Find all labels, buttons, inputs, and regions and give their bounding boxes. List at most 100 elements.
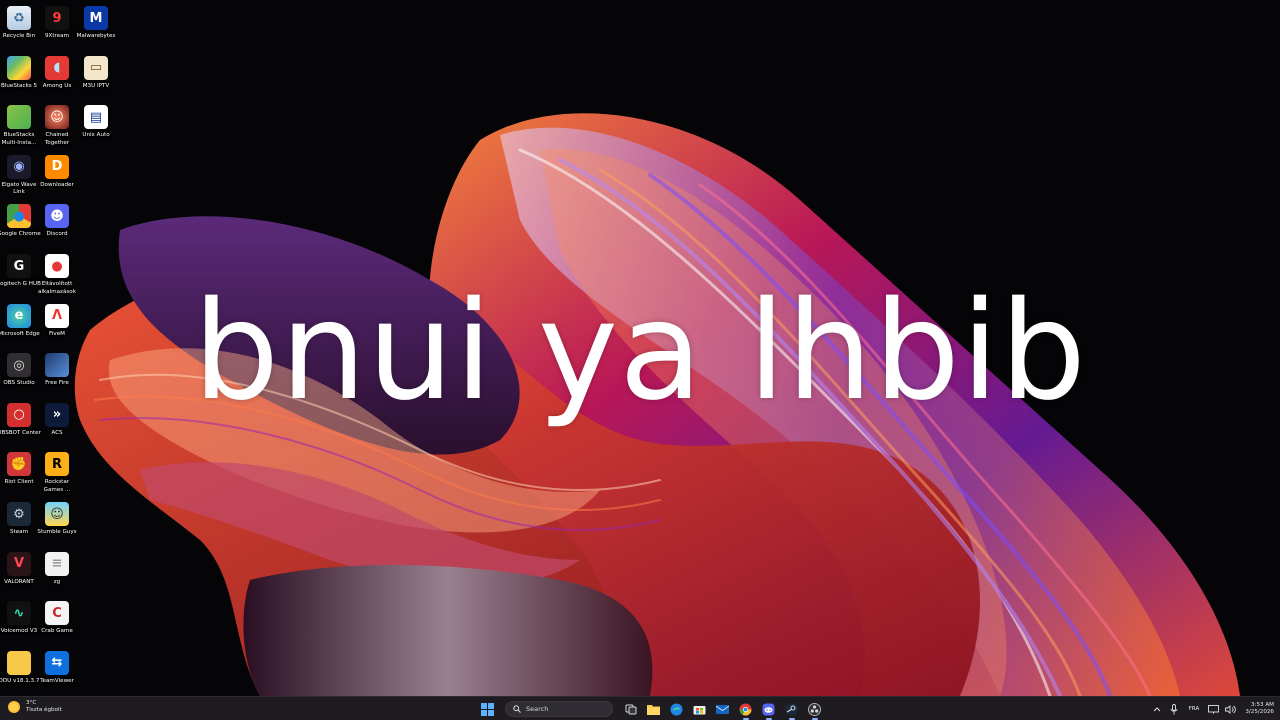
desktop-shortcut[interactable]: ✊ Riot Client	[0, 448, 38, 496]
stumble-guys-icon: ☺	[45, 502, 69, 526]
desktop-shortcut-label: 9Xtream	[44, 33, 70, 39]
chrome-taskbar-button[interactable]	[737, 700, 755, 720]
desktop-shortcut[interactable]: C Crab Game	[38, 597, 76, 645]
store-button[interactable]	[691, 700, 709, 718]
edge-icon	[670, 703, 683, 715]
desktop-shortcut[interactable]: ▭ M3U IPTV	[77, 52, 115, 100]
clock-button[interactable]: 3:53 AM 3/25/2026	[1245, 702, 1274, 716]
search-label: Search	[526, 705, 549, 713]
desktop-shortcut[interactable]: ⇆ TeamViewer	[38, 647, 76, 695]
desktop-shortcut[interactable]: ⚙ Steam	[0, 498, 38, 546]
steam-taskbar-button[interactable]	[783, 700, 801, 720]
valorant-icon: V	[7, 551, 31, 576]
edge-taskbar-button[interactable]	[668, 700, 686, 718]
9xtream-icon: 9	[45, 6, 69, 30]
desktop-shortcut-label: Unix Auto	[82, 132, 110, 139]
desktop-shortcut[interactable]: ▤ Unix Auto	[77, 101, 115, 149]
elgato-wave-link-icon: ◉	[7, 154, 31, 179]
desktop-shortcut[interactable]: M Malwarebytes	[77, 2, 115, 50]
desktop-shortcut-label: Crab Game	[41, 628, 73, 635]
malwarebytes-icon: M	[84, 6, 108, 30]
mail-icon	[716, 705, 729, 714]
voicemod-icon: ∿	[7, 601, 31, 626]
search-icon	[513, 705, 521, 713]
start-button[interactable]	[479, 700, 497, 718]
m3u-iptv-icon: ▭	[84, 55, 108, 80]
taskbar-center: Search	[476, 700, 826, 720]
folder-icon	[7, 650, 31, 675]
unix-auto-icon: ▤	[84, 105, 108, 130]
desktop-shortcut[interactable]: ∿ Voicemod V3	[0, 597, 38, 645]
downloader-icon: D	[45, 154, 69, 179]
desktop-shortcut-label: TeamViewer	[40, 677, 74, 684]
folder-icon	[647, 704, 660, 715]
desktop-shortcut-label: Malwarebytes	[76, 33, 116, 39]
chrome-icon: ●	[7, 204, 31, 229]
chained-together-icon: ☺	[45, 105, 69, 130]
desktop-shortcut[interactable]: ● Google Chrome	[0, 200, 41, 248]
desktop-shortcut[interactable]: ◖ Among Us	[38, 52, 76, 100]
weather-widget[interactable]: 3°C Tiszta égbolt	[8, 700, 62, 714]
network-button[interactable]	[1208, 704, 1220, 715]
input-language-indicator[interactable]: FRA	[1189, 706, 1200, 712]
taskbar: 3°C Tiszta égbolt Search FRA 3:53 AM 3/2…	[0, 696, 1280, 720]
desktop-shortcut[interactable]: V VALORANT	[0, 548, 38, 596]
teamviewer-icon: ⇆	[45, 650, 69, 675]
windows-logo-icon	[481, 702, 494, 716]
file-explorer-button[interactable]	[645, 700, 663, 718]
speaker-icon	[1225, 704, 1237, 714]
discord-icon	[762, 703, 775, 715]
desktop-shortcut-label: Among Us	[42, 82, 72, 89]
microphone-icon	[1170, 703, 1178, 714]
discord-icon: ☻	[45, 204, 69, 229]
taskbar-search-box[interactable]: Search	[505, 701, 613, 717]
show-hidden-icons-button[interactable]	[1152, 704, 1163, 715]
volume-button[interactable]	[1225, 704, 1237, 715]
desktop-shortcut[interactable]: ≡ zg	[38, 548, 76, 596]
clock-date: 3/25/2026	[1245, 709, 1274, 715]
overlay-caption: bnui ya lhbib	[192, 273, 1088, 431]
text-file-icon: ≡	[45, 551, 69, 576]
rockstar-games-icon: R	[45, 452, 69, 477]
sun-icon	[8, 701, 20, 713]
desktop-shortcut-label: Chained Together	[44, 132, 70, 146]
desktop-shortcut[interactable]: R Rockstar Games ...	[38, 448, 76, 496]
riot-client-icon: ✊	[7, 452, 31, 477]
weather-temperature: 3°C	[26, 700, 37, 706]
bluestacks-icon	[7, 55, 31, 80]
chevron-up-icon	[1153, 707, 1161, 712]
system-tray: FRA 3:53 AM 3/25/2026	[1149, 700, 1274, 718]
desktop-shortcut[interactable]: ☺ Chained Together	[38, 101, 76, 149]
crab-game-icon: C	[45, 601, 69, 626]
microphone-button[interactable]	[1169, 703, 1180, 715]
desktop-shortcut-label: Stumble Guys	[37, 529, 77, 535]
desktop-shortcut[interactable]: DDU v18.1.3.7	[0, 647, 39, 695]
desktop-shortcut-label: Discord	[46, 231, 68, 238]
bluestacks-multi-icon	[7, 105, 31, 130]
weather-condition: Tiszta égbolt	[26, 707, 62, 713]
steam-icon	[785, 703, 798, 715]
clock-time: 3:53 AM	[1251, 702, 1274, 708]
desktop-shortcut[interactable]: ☺ Stumble Guys	[37, 498, 77, 546]
desktop-shortcut-label: Rockstar Games ...	[43, 479, 71, 493]
among-us-icon: ◖	[45, 55, 69, 80]
desktop-shortcut[interactable]: ◉ Elgato Wave Link	[0, 151, 38, 199]
desktop-shortcut[interactable]: D Downloader	[38, 151, 76, 199]
discord-taskbar-button[interactable]	[760, 700, 778, 720]
desktop-shortcut[interactable]: BlueStacks 5	[0, 52, 38, 100]
mail-button[interactable]	[714, 700, 732, 718]
desktop-shortcut[interactable]: 9 9Xtream	[38, 2, 76, 50]
obs-icon	[808, 702, 821, 716]
task-view-button[interactable]	[622, 700, 640, 718]
desktop-shortcut-label: M3U IPTV	[82, 82, 110, 89]
chrome-icon	[739, 703, 752, 716]
task-view-icon	[625, 704, 636, 715]
recycle-bin-icon: ♻	[7, 6, 31, 30]
steam-icon: ⚙	[7, 502, 31, 526]
desktop-shortcut-label: zg	[53, 578, 61, 585]
obs-taskbar-button[interactable]	[806, 700, 824, 720]
desktop-shortcut[interactable]: BlueStacks Multi-Insta...	[0, 101, 38, 149]
desktop-shortcut[interactable]: ♻ Recycle Bin	[0, 2, 38, 50]
desktop-shortcut-label: Downloader	[40, 181, 74, 188]
desktop-shortcut[interactable]: ☻ Discord	[38, 200, 76, 248]
